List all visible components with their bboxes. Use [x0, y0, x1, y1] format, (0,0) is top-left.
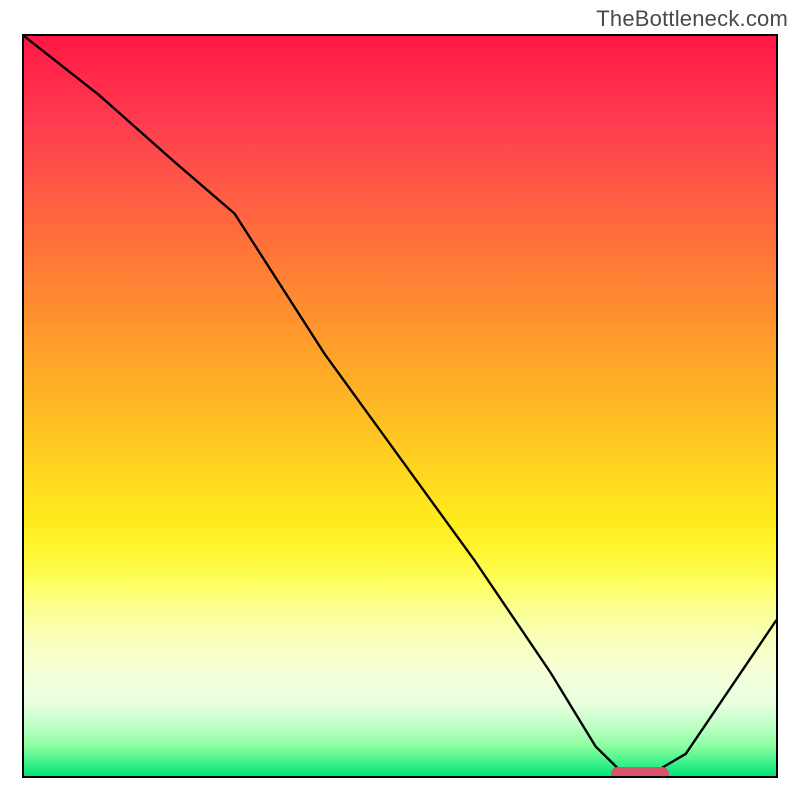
- chart-curve-svg: [24, 36, 776, 776]
- watermark-text: TheBottleneck.com: [596, 6, 788, 32]
- optimal-range-marker: [611, 767, 669, 778]
- bottleneck-curve-line: [24, 36, 776, 776]
- chart-plot-area: [22, 34, 778, 778]
